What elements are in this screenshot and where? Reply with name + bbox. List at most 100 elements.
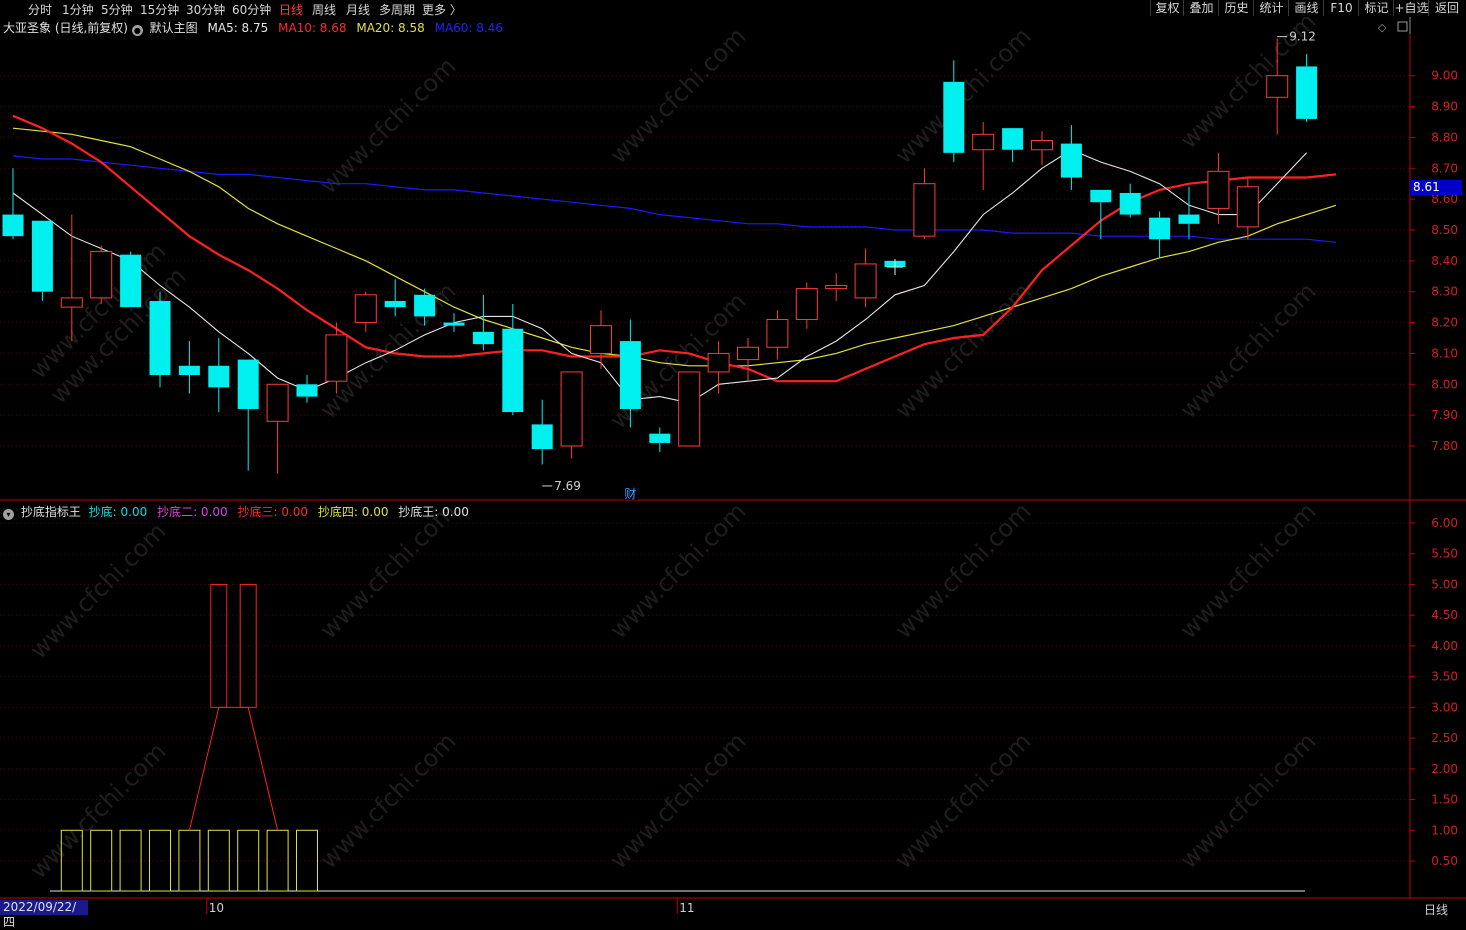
candle[interactable] [943, 60, 965, 163]
watermark-15: www.cfchi.com [1174, 497, 1321, 644]
candle[interactable] [825, 273, 848, 301]
candle[interactable] [2, 168, 24, 240]
candle[interactable] [1031, 131, 1053, 166]
ma10-line [12, 114, 1337, 383]
candle[interactable] [208, 337, 230, 413]
candle[interactable] [766, 310, 789, 360]
candle-body [1236, 186, 1259, 228]
template-name[interactable]: 默认主图 [150, 21, 198, 35]
toolbar-button-6[interactable]: 标记 [1358, 0, 1394, 16]
candle[interactable] [90, 245, 113, 305]
candle[interactable] [972, 121, 995, 190]
tab-4[interactable]: 30分钟 [186, 1, 225, 18]
candle-body [707, 352, 730, 373]
tab-5[interactable]: 60分钟 [232, 1, 271, 18]
ytick-label-sub: 3.50 [1431, 670, 1458, 684]
candle-body [384, 300, 406, 308]
candle[interactable] [649, 427, 671, 453]
candle-body [678, 371, 701, 447]
toolbar-button-8[interactable]: 返回 [1428, 0, 1465, 16]
toolbar-button-5[interactable]: F10 [1323, 0, 1359, 16]
candle[interactable] [1090, 189, 1112, 240]
candle[interactable] [1296, 54, 1318, 122]
candle-body [1002, 128, 1024, 150]
toolbar-button-4[interactable]: 画线 [1288, 0, 1324, 16]
low-price-label: 7.69 [554, 479, 581, 493]
candle[interactable] [737, 337, 759, 382]
stock-title: 大亚圣象 (日线,前复权) [3, 21, 128, 35]
ytick-label-sub: 4.00 [1431, 639, 1458, 653]
candle[interactable] [1207, 152, 1230, 224]
ytick-label-sub: 5.50 [1431, 547, 1458, 561]
chevron-down-icon[interactable]: ▾ [3, 509, 14, 520]
candle-body [1296, 66, 1318, 119]
candle[interactable] [678, 371, 701, 447]
candle[interactable] [354, 291, 377, 332]
candle[interactable] [1119, 183, 1141, 218]
candle[interactable] [1178, 186, 1200, 240]
indicator-box [207, 829, 230, 892]
tab-9[interactable]: 多周期 [379, 1, 415, 18]
candle[interactable] [178, 341, 200, 394]
tab-2[interactable]: 5分钟 [101, 1, 133, 18]
current-price-tag: 8.61 [1410, 180, 1462, 195]
candle-body [296, 384, 318, 397]
watermark-17: www.cfchi.com [314, 727, 461, 874]
candle-body [560, 371, 583, 447]
toolbar-button-0[interactable]: 复权 [1150, 0, 1184, 16]
toolbar-button-1[interactable]: 叠加 [1183, 0, 1219, 16]
candle[interactable] [560, 371, 583, 459]
indicator-box [119, 829, 142, 892]
ytick-label-main: 8.90 [1431, 100, 1458, 114]
candle[interactable] [384, 279, 406, 317]
candle[interactable] [443, 313, 465, 332]
candle[interactable] [854, 248, 877, 308]
ytick-label-main: 8.50 [1431, 223, 1458, 237]
period-indicator: 日线 [1424, 903, 1449, 917]
watermark-18: www.cfchi.com [604, 727, 751, 874]
ytick-label-sub: 1.00 [1431, 823, 1458, 837]
candle[interactable] [1060, 125, 1082, 190]
finance-event-icon[interactable]: 财 [624, 487, 636, 501]
candle[interactable] [296, 375, 318, 403]
kline-chart[interactable]: www.cfchi.com www.cfchi.com www.cfchi.com w… [0, 0, 1466, 919]
candle[interactable] [1002, 128, 1024, 163]
xtick-label: 11 [679, 901, 694, 915]
candle[interactable] [120, 251, 142, 308]
candle-body [619, 341, 641, 409]
tab-6[interactable]: 日线 [279, 1, 303, 18]
indicator-header: ▾ 抄底指标王 抄底: 0.00 抄底二: 0.00 抄底三: 0.00 抄底四… [3, 503, 469, 520]
ytick-label-main: 8.70 [1431, 161, 1458, 175]
xtick-label: 10 [209, 901, 224, 915]
eye-icon[interactable]: ● [131, 25, 143, 36]
ma20-label: MA20: 8.58 [356, 21, 425, 35]
candle[interactable] [266, 383, 289, 474]
candle[interactable] [31, 220, 53, 301]
toolbar-button-3[interactable]: 统计 [1253, 0, 1289, 16]
candle[interactable] [795, 282, 818, 329]
diamond-icon[interactable]: ◇ [1378, 21, 1387, 34]
candle[interactable] [707, 341, 730, 394]
tab-0[interactable]: 分时 [28, 1, 52, 18]
candle-body [1178, 214, 1200, 224]
tab-7[interactable]: 周线 [312, 1, 336, 18]
candle-body [943, 81, 965, 153]
tab-1[interactable]: 1分钟 [62, 1, 94, 18]
candle-body [854, 263, 877, 299]
candle-body [237, 359, 259, 409]
toolbar-button-7[interactable]: +自选 [1393, 0, 1429, 16]
window-icon[interactable] [1397, 21, 1408, 32]
tab-8[interactable]: 月线 [346, 1, 370, 18]
toolbar-button-2[interactable]: 历史 [1218, 0, 1254, 16]
tab-10[interactable]: 更多 〉 [422, 1, 462, 18]
candle[interactable] [502, 304, 524, 416]
candle-body [443, 322, 465, 326]
candle[interactable] [913, 168, 936, 240]
indicator-name[interactable]: 抄底指标王 [21, 505, 81, 519]
candle[interactable] [531, 399, 553, 465]
tab-3[interactable]: 15分钟 [140, 1, 179, 18]
candle[interactable] [1149, 211, 1171, 258]
candle[interactable] [149, 291, 171, 388]
ytick-label-sub: 1.50 [1431, 793, 1458, 807]
cursor-date: 2022/09/22/四 [0, 900, 88, 929]
